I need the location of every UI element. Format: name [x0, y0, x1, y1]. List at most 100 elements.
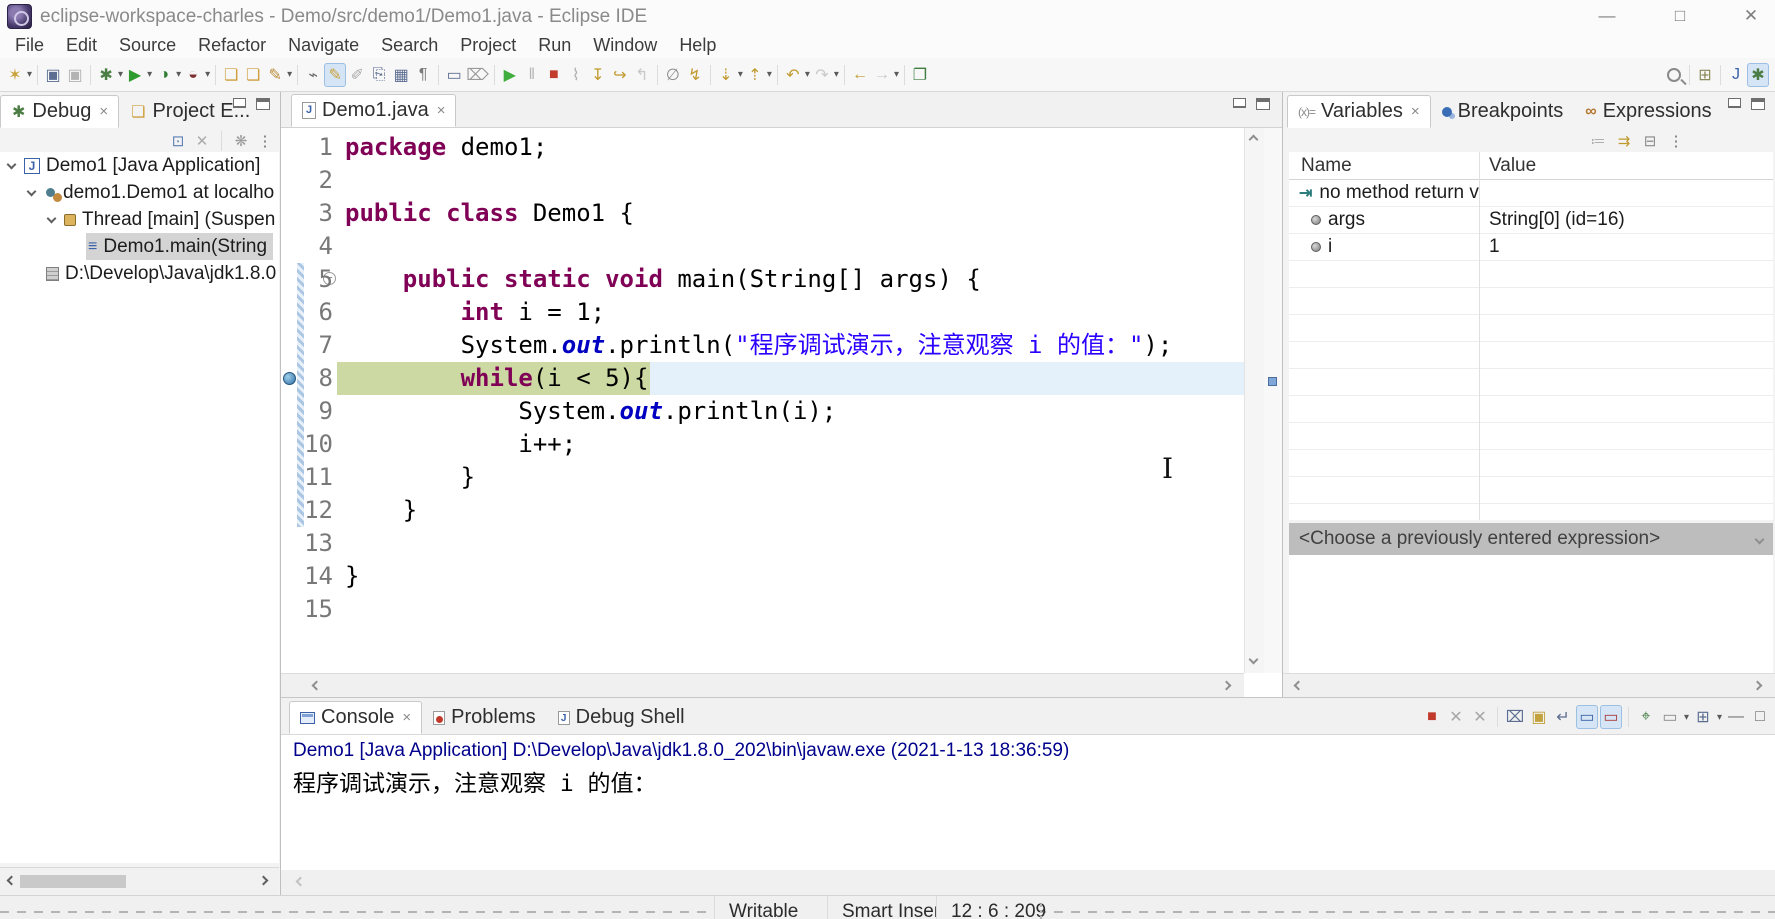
code-line-10[interactable]: i++; — [337, 428, 1244, 461]
step-return-icon[interactable]: ↰ — [631, 63, 653, 87]
dropdown-caret-icon[interactable]: ▾ — [27, 69, 32, 80]
menu-item-navigate[interactable]: Navigate — [277, 33, 370, 58]
snapshot-icon[interactable]: ⎘ — [368, 63, 390, 87]
drop-to-frame-icon[interactable]: ↯ — [684, 63, 706, 87]
dropdown-caret-icon[interactable]: ▾ — [1717, 712, 1722, 723]
dropdown-caret-icon[interactable]: ▾ — [176, 69, 181, 80]
remove-all-launches-icon[interactable]: ✕ — [1469, 705, 1491, 729]
line-number[interactable]: 14 — [281, 560, 337, 593]
mark-occurrences-icon[interactable]: ✎ — [324, 63, 346, 87]
code-editor[interactable]: − 123456789101112131415 package demo1;pu… — [281, 128, 1244, 673]
expand-arrow-icon[interactable] — [27, 186, 37, 196]
column-divider[interactable] — [1479, 152, 1480, 520]
clear-icon[interactable]: ⌦ — [465, 63, 490, 87]
minimize-view-icon[interactable] — [1728, 98, 1741, 108]
last-edit-icon[interactable]: ← — [849, 63, 871, 87]
chevron-down-icon[interactable] — [1755, 534, 1765, 544]
coverage-icon[interactable]: ◑ — [153, 63, 175, 87]
scroll-right-icon[interactable] — [1753, 681, 1763, 691]
annotations-icon[interactable]: ✐ — [346, 63, 368, 87]
scroll-left-icon[interactable] — [296, 877, 306, 887]
tab-expressions[interactable]: ∞ Expressions — [1574, 95, 1722, 128]
pilcrow-icon[interactable]: ¶ — [412, 63, 434, 87]
view-menu-icon[interactable]: ⋮ — [256, 131, 274, 151]
overview-breakpoint-marker[interactable] — [1268, 377, 1277, 386]
menu-item-run[interactable]: Run — [527, 33, 582, 58]
dropdown-caret-icon[interactable]: ▾ — [1684, 712, 1689, 723]
close-icon[interactable]: × — [99, 103, 108, 120]
open-resource-icon[interactable]: ❏ — [242, 63, 264, 87]
terminate-icon[interactable]: ■ — [543, 63, 565, 87]
menu-item-project[interactable]: Project — [449, 33, 527, 58]
minimize-view-icon[interactable] — [233, 98, 246, 108]
remove-terminated-icon[interactable]: ✕ — [193, 131, 211, 151]
menu-item-source[interactable]: Source — [108, 33, 187, 58]
terminate-icon[interactable]: ■ — [1421, 705, 1443, 729]
scroll-right-icon[interactable] — [1222, 681, 1232, 691]
tree-item-demo1-java-application[interactable]: JDemo1 [Java Application] — [0, 152, 279, 179]
line-number[interactable]: 15 — [281, 593, 337, 626]
dropdown-caret-icon[interactable]: ▾ — [205, 69, 210, 80]
editor-hscrollbar[interactable] — [281, 673, 1244, 697]
scroll-lock-icon[interactable]: ▣ — [1528, 705, 1550, 729]
tree-item-demo1-main-string[interactable]: ≡Demo1.main(String — [0, 233, 279, 260]
tree-item-thread-main-suspen[interactable]: Thread [main] (Suspen — [0, 206, 279, 233]
code-line-9[interactable]: System.out.println(i); — [337, 395, 1244, 428]
open-console-icon[interactable]: ⊞ — [1692, 705, 1714, 729]
code-line-13[interactable] — [337, 527, 1244, 560]
show-on-stderr-icon[interactable]: ▭ — [1600, 705, 1622, 729]
close-icon[interactable]: × — [402, 709, 411, 726]
menu-item-search[interactable]: Search — [370, 33, 449, 58]
scroll-right-icon[interactable] — [259, 876, 269, 886]
column-header-value[interactable]: Value — [1479, 155, 1536, 177]
maximize-icon[interactable]: □ — [1749, 705, 1771, 729]
minimize-view-icon[interactable] — [1233, 98, 1246, 108]
show-table-icon[interactable]: ▦ — [390, 63, 412, 87]
code-line-6[interactable]: int i = 1; — [337, 296, 1244, 329]
maximize-view-icon[interactable] — [1256, 98, 1270, 110]
code-line-2[interactable] — [337, 164, 1244, 197]
save-icon[interactable]: ▣ — [42, 63, 64, 87]
search-icon[interactable] — [1663, 63, 1685, 87]
debug-icon[interactable]: ✱ — [95, 63, 117, 87]
variable-detail-pane[interactable] — [1289, 555, 1773, 673]
link-with-editor-icon[interactable]: ❐ — [909, 63, 931, 87]
step-over-icon[interactable]: ↪ — [609, 63, 631, 87]
debug-perspective-icon[interactable]: ✱ — [1747, 63, 1769, 87]
skip-breakpoints-icon[interactable]: ∅ — [662, 63, 684, 87]
go-forward-icon[interactable]: → — [871, 63, 893, 87]
line-number[interactable]: 3 — [281, 197, 337, 230]
tab-console[interactable]: Console × — [289, 701, 422, 734]
menu-item-help[interactable]: Help — [668, 33, 727, 58]
line-number[interactable]: 1 — [281, 131, 337, 164]
new-wizard-icon[interactable]: ✶ — [4, 63, 26, 87]
scrollbar-thumb[interactable] — [20, 875, 126, 888]
dropdown-caret-icon[interactable]: ▾ — [767, 69, 772, 80]
scroll-left-icon[interactable] — [7, 876, 17, 886]
pin-console-icon[interactable]: ⌖ — [1635, 705, 1657, 729]
line-number[interactable]: 7 — [281, 329, 337, 362]
code-line-11[interactable]: } — [337, 461, 1244, 494]
collapse-frames-icon[interactable]: ⊡ — [169, 131, 187, 151]
line-number[interactable]: 5 — [281, 263, 337, 296]
show-type-names-icon[interactable]: ≔ — [1589, 131, 1607, 151]
external-tools-icon[interactable]: ✎ — [264, 63, 286, 87]
word-wrap-icon[interactable]: ↵ — [1552, 705, 1574, 729]
debug-panel-hscrollbar[interactable] — [0, 867, 279, 895]
close-icon[interactable]: × — [1411, 103, 1420, 120]
code-line-8[interactable]: while(i < 5){ — [337, 362, 1244, 395]
menu-item-file[interactable]: File — [4, 33, 55, 58]
close-icon[interactable]: × — [437, 102, 446, 119]
code-line-5[interactable]: public static void main(String[] args) { — [337, 263, 1244, 296]
tree-item-demo1-demo1-at-localho[interactable]: demo1.Demo1 at localho — [0, 179, 279, 206]
tab-breakpoints[interactable]: Breakpoints — [1431, 95, 1575, 128]
maximize-view-icon[interactable] — [1751, 98, 1765, 110]
close-button[interactable]: ✕ — [1729, 2, 1773, 30]
step-into-icon[interactable]: ↧ — [587, 63, 609, 87]
resume-icon[interactable]: ▶ — [499, 63, 521, 87]
dropdown-caret-icon[interactable]: ▾ — [894, 69, 899, 80]
console-hscrollbar[interactable] — [281, 870, 1775, 895]
profile-icon[interactable]: ◒ — [182, 63, 204, 87]
variable-row-no-method-return-valu[interactable]: ⇥no method return valu — [1289, 180, 1773, 207]
code-line-1[interactable]: package demo1; — [337, 131, 1244, 164]
